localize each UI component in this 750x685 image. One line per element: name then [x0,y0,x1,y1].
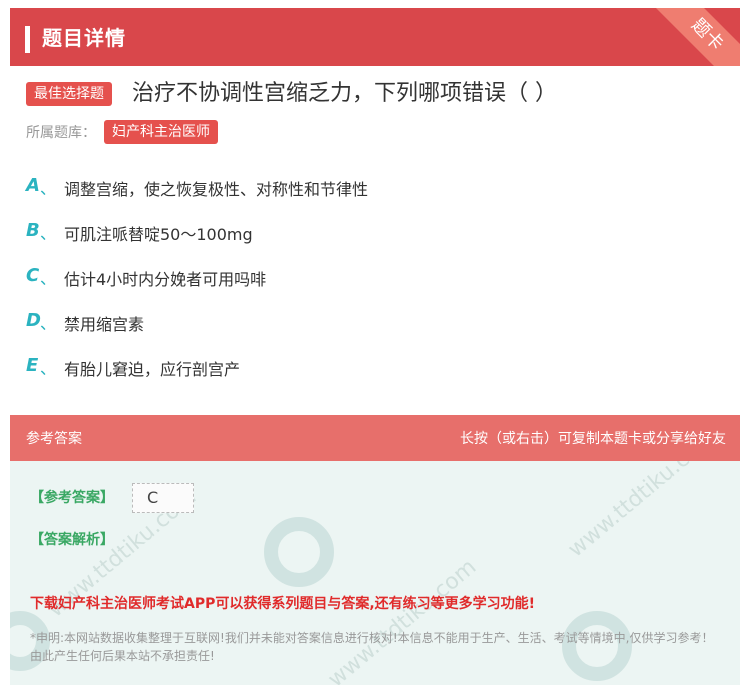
option-c[interactable]: C 、 估计4小时内分娩者可用吗啡 [26,262,726,307]
card-ribbon: 题卡 [641,8,740,66]
page-title: 题目详情 [42,26,126,50]
option-separator: 、 [40,314,57,333]
watermark-logo [264,517,334,587]
app-download-link[interactable]: 下载妇产科主治医师考试APP可以获得系列题目与答案,还有练习等更多学习功能! [30,593,535,613]
option-text: 调整宫缩，使之恢复极性、对称性和节律性 [64,180,369,199]
option-letter: E [26,355,39,376]
answer-value: C [147,488,159,507]
option-separator: 、 [40,179,57,198]
option-separator: 、 [40,224,57,243]
header-accent-bar [25,26,30,53]
option-text: 禁用缩宫素 [64,315,145,334]
category-label: 所属题库： [26,125,96,141]
answer-section-header: 参考答案 长按（或右击）可复制本题卡或分享给好友 [10,415,740,461]
option-separator: 、 [40,359,57,378]
answer-value-box: C [132,483,194,513]
option-letter: D [26,310,41,331]
question-row: 最佳选择题 治疗不协调性宫缩乏力，下列哪项错误（ ） [26,80,726,110]
answer-section-title: 参考答案 [26,431,82,447]
option-text: 估计4小时内分娩者可用吗啡 [64,270,267,289]
answer-label: 【参考答案】 [30,490,114,506]
question-text: 治疗不协调性宫缩乏力，下列哪项错误（ ） [132,81,557,106]
question-type-badge: 最佳选择题 [26,82,112,106]
option-letter: A [26,175,40,196]
category-link[interactable]: 妇产科主治医师 [104,120,218,144]
option-e[interactable]: E 、 有胎儿窘迫，应行剖宫产 [26,352,726,397]
option-text: 有胎儿窘迫，应行剖宫产 [64,360,241,379]
option-text: 可肌注哌替啶50～100mg [64,225,253,244]
disclaimer-text: *申明:本网站数据收集整理于互联网!我们并未能对答案信息进行核对!本信息不能用于… [30,631,714,663]
share-hint: 长按（或右击）可复制本题卡或分享给好友 [460,431,726,447]
option-d[interactable]: D 、 禁用缩宫素 [26,307,726,352]
analysis-label: 【答案解析】 [30,532,114,548]
watermark-text: www.ttdtiku.com [563,461,722,563]
option-list: A 、 调整宫缩，使之恢复极性、对称性和节律性 B 、 可肌注哌替啶50～100… [26,172,726,397]
option-letter: C [26,265,40,286]
watermark-text: www.ttdtiku.com [323,554,482,685]
option-letter: B [26,220,40,241]
answer-section-body: www.ttdtiku.com www.ttdtiku.com www.ttdt… [10,461,740,685]
option-b[interactable]: B 、 可肌注哌替啶50～100mg [26,217,726,262]
option-separator: 、 [40,269,57,288]
title-header: 题目详情 题卡 [10,8,740,66]
option-a[interactable]: A 、 调整宫缩，使之恢复极性、对称性和节律性 [26,172,726,217]
